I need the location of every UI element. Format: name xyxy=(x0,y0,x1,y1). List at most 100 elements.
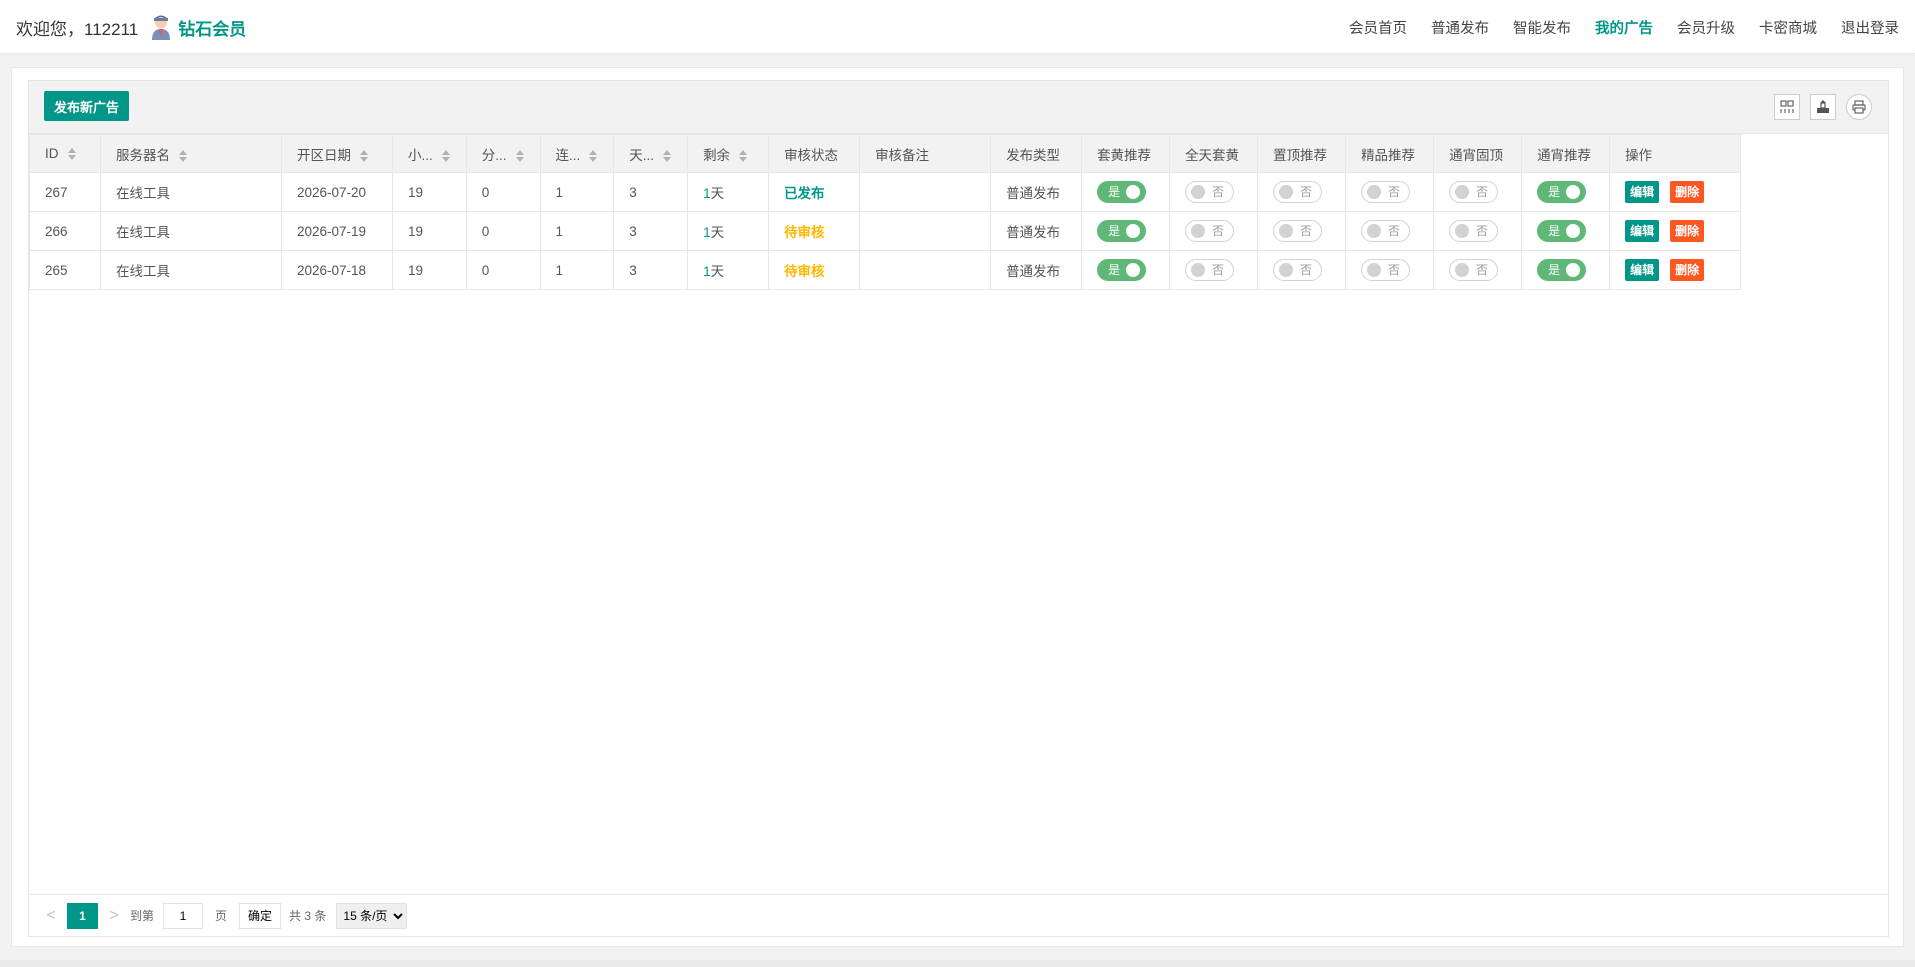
toolbar-icons xyxy=(1774,94,1872,120)
nav-card-store[interactable]: 卡密商城 xyxy=(1759,17,1817,38)
top-rec-toggle[interactable]: 否 xyxy=(1273,181,1323,203)
col-header-days[interactable]: 天... xyxy=(613,134,689,173)
edit-button[interactable]: 编辑 xyxy=(1625,181,1660,203)
sort-icon[interactable] xyxy=(588,149,598,163)
nav-logout[interactable]: 退出登录 xyxy=(1841,17,1899,38)
col-header-id[interactable]: ID xyxy=(29,134,101,173)
toggle-knob xyxy=(1367,224,1382,238)
cell-allday-yellow: 否 xyxy=(1169,250,1259,290)
sort-icon[interactable] xyxy=(738,149,748,163)
top-nav: 会员首页 普通发布 智能发布 我的广告 会员升级 卡密商城 退出登录 xyxy=(1325,0,1899,54)
toggle-label: 否 xyxy=(1300,185,1313,199)
allday-yellow-toggle[interactable]: 否 xyxy=(1185,181,1235,203)
cell-review-note xyxy=(859,250,992,290)
edit-button[interactable]: 编辑 xyxy=(1625,259,1660,281)
toggle-knob xyxy=(1126,185,1141,199)
col-header-remain[interactable]: 剩余 xyxy=(687,134,770,173)
print-icon[interactable] xyxy=(1846,94,1872,120)
status-badge: 已发布 xyxy=(784,186,825,201)
col-header-review-status: 审核状态 xyxy=(768,134,861,173)
nav-member-upgrade[interactable]: 会员升级 xyxy=(1677,17,1735,38)
yellow-rec-toggle[interactable]: 是 xyxy=(1097,259,1147,281)
delete-button[interactable]: 删除 xyxy=(1670,181,1705,203)
table-row: 265 在线工具 2026-07-18 19 0 1 3 1天 待审核 普通发布是否否否否是编辑删… xyxy=(29,250,1742,290)
remain-number: 1 xyxy=(703,225,711,240)
pagination: < 1 > 到第 页 确定 共 3 条 15 条/页 xyxy=(29,894,1888,936)
cell-server-name: 在线工具 xyxy=(100,172,282,212)
premium-rec-toggle[interactable]: 否 xyxy=(1361,220,1411,242)
overnight-rec-toggle[interactable]: 是 xyxy=(1537,259,1587,281)
allday-yellow-toggle[interactable]: 否 xyxy=(1185,259,1235,281)
cell-review-note xyxy=(859,172,992,212)
edit-button[interactable]: 编辑 xyxy=(1625,220,1660,242)
toggle-label: 是 xyxy=(1548,224,1561,238)
remain-unit: 天 xyxy=(710,186,725,201)
sort-icon[interactable] xyxy=(662,149,672,163)
cell-remain: 1天 xyxy=(687,211,770,251)
cell-server-name: 在线工具 xyxy=(100,211,282,251)
sort-icon[interactable] xyxy=(359,149,369,163)
toggle-knob xyxy=(1279,185,1294,199)
nav-my-ads[interactable]: 我的广告 xyxy=(1595,17,1653,38)
top-rec-toggle[interactable]: 否 xyxy=(1273,220,1323,242)
col-header-open-date[interactable]: 开区日期 xyxy=(281,134,393,173)
nav-normal-publish[interactable]: 普通发布 xyxy=(1431,17,1489,38)
overnight-top-toggle[interactable]: 否 xyxy=(1449,181,1499,203)
page-jump-input[interactable] xyxy=(163,902,204,929)
premium-rec-toggle[interactable]: 否 xyxy=(1361,181,1411,203)
toggle-label: 是 xyxy=(1108,263,1121,277)
nav-smart-publish[interactable]: 智能发布 xyxy=(1513,17,1571,38)
sort-icon[interactable] xyxy=(67,147,77,161)
premium-rec-toggle[interactable]: 否 xyxy=(1361,259,1411,281)
delete-button[interactable]: 删除 xyxy=(1670,259,1705,281)
page-size-select[interactable]: 15 条/页 xyxy=(336,902,408,929)
col-header-overnight-top: 通宵固顶 xyxy=(1433,134,1523,173)
toggle-label: 是 xyxy=(1108,224,1121,238)
cell-overnight-top: 否 xyxy=(1433,172,1523,212)
yellow-rec-toggle[interactable]: 是 xyxy=(1097,220,1147,242)
cell-id: 266 xyxy=(29,211,101,251)
export-icon[interactable] xyxy=(1810,94,1836,120)
sort-icon[interactable] xyxy=(178,149,188,163)
cell-review-status: 已发布 xyxy=(768,172,861,212)
toggle-knob xyxy=(1279,263,1294,277)
toggle-label: 是 xyxy=(1108,185,1121,199)
publish-new-ad-button[interactable]: 发布新广告 xyxy=(44,91,130,121)
col-header-continuous[interactable]: 连... xyxy=(539,134,615,173)
overnight-rec-toggle[interactable]: 是 xyxy=(1537,181,1587,203)
sort-icon[interactable] xyxy=(441,149,451,163)
col-header-server-name[interactable]: 服务器名 xyxy=(100,134,282,173)
toggle-knob xyxy=(1367,185,1382,199)
page-unit-label: 页 xyxy=(215,909,228,923)
welcome-area: 欢迎您，112211 钻石会员 xyxy=(16,0,246,54)
prev-page-icon[interactable]: < xyxy=(43,903,59,929)
overnight-top-toggle[interactable]: 否 xyxy=(1449,220,1499,242)
columns-filter-icon[interactable] xyxy=(1774,94,1800,120)
status-badge: 待审核 xyxy=(784,225,825,240)
cell-continuous: 1 xyxy=(539,172,615,212)
confirm-page-button[interactable]: 确定 xyxy=(239,902,282,929)
sort-icon[interactable] xyxy=(515,149,525,163)
allday-yellow-toggle[interactable]: 否 xyxy=(1185,220,1235,242)
overnight-top-toggle[interactable]: 否 xyxy=(1449,259,1499,281)
toggle-knob xyxy=(1455,185,1470,199)
top-rec-toggle[interactable]: 否 xyxy=(1273,259,1323,281)
col-header-hour[interactable]: 小... xyxy=(392,134,467,173)
overnight-rec-toggle[interactable]: 是 xyxy=(1537,220,1587,242)
cell-server-name: 在线工具 xyxy=(100,250,282,290)
toggle-knob xyxy=(1566,263,1581,277)
toggle-knob xyxy=(1126,224,1141,238)
cell-publish-type: 普通发布 xyxy=(990,211,1083,251)
nav-member-home[interactable]: 会员首页 xyxy=(1349,17,1407,38)
page-current[interactable]: 1 xyxy=(67,902,98,929)
cell-allday-yellow: 否 xyxy=(1169,211,1259,251)
delete-button[interactable]: 删除 xyxy=(1670,220,1705,242)
ads-table-card: 发布新广告 ID 服务器名 开区日期 小... 分... 连... 天... 剩… xyxy=(28,80,1889,937)
next-page-icon[interactable]: > xyxy=(106,903,122,929)
cell-review-status: 待审核 xyxy=(768,250,861,290)
cell-continuous: 1 xyxy=(539,250,615,290)
cell-minute: 0 xyxy=(465,211,541,251)
col-header-minute[interactable]: 分... xyxy=(465,134,541,173)
cell-review-status: 待审核 xyxy=(768,211,861,251)
yellow-rec-toggle[interactable]: 是 xyxy=(1097,181,1147,203)
